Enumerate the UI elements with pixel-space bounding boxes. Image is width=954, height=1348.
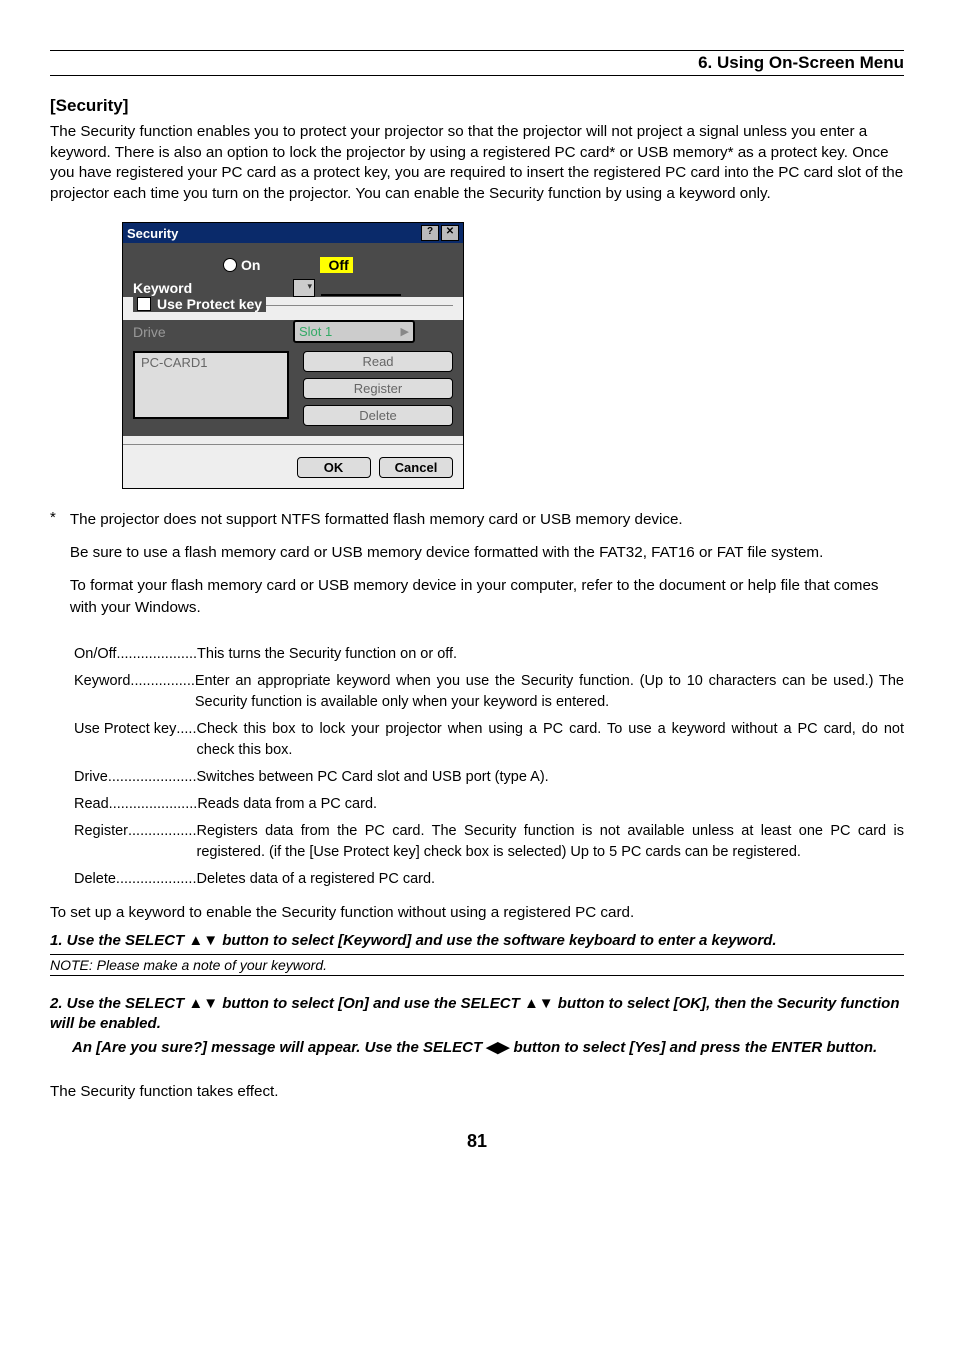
step-2: 2. Use the SELECT ▲▼ button to select [O… <box>50 994 904 1035</box>
section-intro: The Security function enables you to pro… <box>50 122 904 204</box>
pc-card-value: PC-CARD1 <box>141 355 207 370</box>
radio-on-label: On <box>241 257 260 273</box>
ok-button[interactable]: OK <box>297 457 371 478</box>
help-icon[interactable]: ? <box>421 225 439 241</box>
keyword-label: Keyword <box>133 280 293 296</box>
updown-icon: ▲▼ <box>188 932 218 949</box>
def-delete-term: Delete <box>74 869 116 890</box>
read-button[interactable]: Read <box>303 351 453 372</box>
dialog-title: Security <box>127 226 419 241</box>
radio-on[interactable]: On <box>223 257 260 273</box>
def-protect-body: Check this box to lock your projector wh… <box>197 719 905 761</box>
footnote-p1: The projector does not support NTFS form… <box>70 509 904 532</box>
updown-icon: ▲▼ <box>524 995 554 1012</box>
def-protect-term: Use Protect key <box>74 719 176 761</box>
def-keyword-term: Keyword <box>74 671 130 713</box>
footnote-p3: To format your flash memory card or USB … <box>70 575 904 621</box>
def-onoff-body: This turns the Security function on or o… <box>197 644 457 665</box>
chapter-title: 6. Using On-Screen Menu <box>50 53 904 73</box>
page-number: 81 <box>50 1131 904 1152</box>
def-delete-body: Deletes data of a registered PC card. <box>197 869 436 890</box>
security-dialog: Security ? ✕ On Off <box>122 222 464 489</box>
use-protect-key-checkbox[interactable] <box>137 297 151 311</box>
chapter-header: 6. Using On-Screen Menu <box>50 50 904 76</box>
register-button[interactable]: Register <box>303 378 453 399</box>
section-title: [Security] <box>50 96 904 116</box>
dialog-titlebar: Security ? ✕ <box>123 223 463 243</box>
def-register-term: Register <box>74 821 128 863</box>
def-read-term: Read <box>74 794 109 815</box>
footnote-star: * <box>50 509 56 630</box>
def-keyword-body: Enter an appropriate keyword when you us… <box>195 671 904 713</box>
definition-list: On/Off.................... This turns th… <box>74 644 904 890</box>
step-2b: An [Are you sure?] message will appear. … <box>72 1038 904 1058</box>
delete-button[interactable]: Delete <box>303 405 453 426</box>
keyword-input[interactable] <box>321 280 401 296</box>
updown-icon: ▲▼ <box>188 995 218 1012</box>
keyword-dropdown[interactable] <box>293 279 315 297</box>
def-register-body: Registers data from the PC card. The Sec… <box>197 821 905 863</box>
note-keyword: NOTE: Please make a note of your keyword… <box>50 954 904 976</box>
pc-card-list[interactable]: PC-CARD1 <box>133 351 289 419</box>
setup-intro: To set up a keyword to enable the Securi… <box>50 904 904 921</box>
use-protect-key-label: Use Protect key <box>157 296 262 312</box>
leftright-icon: ◀▶ <box>486 1039 509 1056</box>
step-1: 1. Use the SELECT ▲▼ button to select [K… <box>50 931 904 951</box>
def-drive-term: Drive <box>74 767 108 788</box>
radio-off-label: Off <box>328 257 348 273</box>
closing-text: The Security function takes effect. <box>50 1082 904 1103</box>
cancel-button[interactable]: Cancel <box>379 457 453 478</box>
def-onoff-term: On/Off <box>74 644 116 665</box>
footnote-p2: Be sure to use a flash memory card or US… <box>70 542 904 565</box>
def-drive-body: Switches between PC Card slot and USB po… <box>196 767 548 788</box>
security-dialog-figure: Security ? ✕ On Off <box>122 222 904 489</box>
radio-off[interactable]: Off <box>320 257 352 273</box>
close-icon[interactable]: ✕ <box>441 225 459 241</box>
def-read-body: Reads data from a PC card. <box>197 794 377 815</box>
